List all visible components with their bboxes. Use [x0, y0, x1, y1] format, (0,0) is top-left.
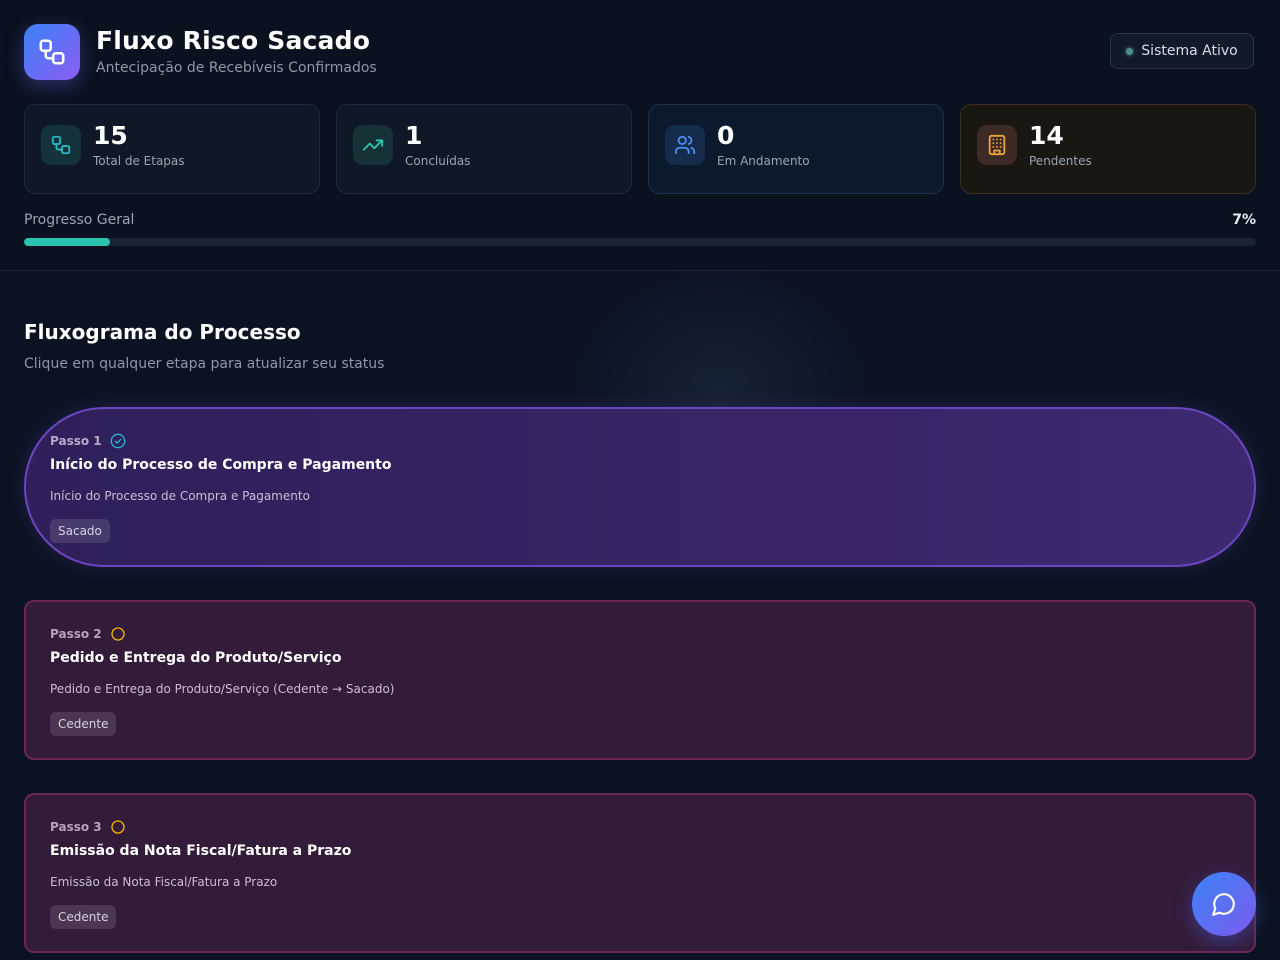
progress-bar-fill: [24, 238, 111, 246]
message-circle-icon: [1212, 893, 1235, 916]
stat-label: Total de Etapas: [93, 154, 185, 168]
step-title: Início do Processo de Compra e Pagamento: [50, 457, 392, 473]
progress-bar: [24, 238, 1256, 246]
stat-value: 15: [93, 121, 128, 150]
stat-card-pending: 14 Pendentes: [960, 104, 1256, 194]
status-text: Sistema Ativo: [1141, 43, 1238, 59]
app-title: Fluxo Risco Sacado: [96, 26, 371, 55]
step-description: Pedido e Entrega do Produto/Serviço (Ced…: [50, 682, 395, 696]
step-card-1[interactable]: Passo 1 Início do Processo de Compra e P…: [24, 407, 1256, 567]
building-icon: [977, 125, 1017, 165]
stat-value: 1: [405, 121, 423, 150]
step-description: Início do Processo de Compra e Pagamento: [50, 489, 310, 503]
step-number: Passo 1: [50, 434, 102, 448]
step-header: Passo 2: [50, 626, 126, 642]
workflow-icon: [39, 39, 65, 65]
section-title: Fluxograma do Processo: [24, 320, 301, 344]
check-circle-icon: [110, 433, 125, 449]
status-dot: [1126, 47, 1134, 55]
users-icon: [665, 125, 705, 165]
stat-value: 0: [717, 121, 735, 150]
step-card-3[interactable]: Passo 3 Emissão da Nota Fiscal/Fatura a …: [24, 793, 1256, 953]
stat-card-completed: 1 Concluídas: [336, 104, 632, 194]
step-number: Passo 3: [50, 820, 102, 834]
stat-label: Pendentes: [1029, 154, 1092, 168]
step-role-tag: Sacado: [50, 519, 110, 543]
step-header: Passo 1: [50, 433, 126, 449]
stat-label: Concluídas: [405, 154, 471, 168]
step-role-tag: Cedente: [50, 905, 117, 929]
stat-card-in-progress: 0 Em Andamento: [648, 104, 944, 194]
pending-circle-icon: [110, 627, 125, 641]
app-header: Fluxo Risco Sacado Antecipação de Recebí…: [0, 0, 1280, 271]
progress-label: Progresso Geral: [24, 212, 135, 228]
step-card-2[interactable]: Passo 2 Pedido e Entrega do Produto/Serv…: [24, 600, 1256, 760]
app-logo: [24, 24, 80, 80]
stat-value: 14: [1029, 121, 1064, 150]
stat-card-total: 15 Total de Etapas: [24, 104, 320, 194]
progress-value: 7%: [1232, 212, 1256, 228]
section-subtitle: Clique em qualquer etapa para atualizar …: [24, 356, 385, 372]
trending-up-icon: [353, 125, 393, 165]
step-description: Emissão da Nota Fiscal/Fatura a Prazo: [50, 875, 278, 889]
chat-button[interactable]: [1192, 872, 1256, 936]
step-title: Pedido e Entrega do Produto/Serviço: [50, 650, 342, 666]
pending-circle-icon: [110, 820, 125, 834]
system-status-badge: Sistema Ativo: [1110, 33, 1254, 69]
step-number: Passo 2: [50, 627, 102, 641]
workflow-icon: [41, 125, 81, 165]
step-role-tag: Cedente: [50, 712, 117, 736]
stat-label: Em Andamento: [717, 154, 810, 168]
step-header: Passo 3: [50, 819, 126, 835]
app-subtitle: Antecipação de Recebíveis Confirmados: [96, 60, 377, 76]
step-title: Emissão da Nota Fiscal/Fatura a Prazo: [50, 843, 352, 859]
